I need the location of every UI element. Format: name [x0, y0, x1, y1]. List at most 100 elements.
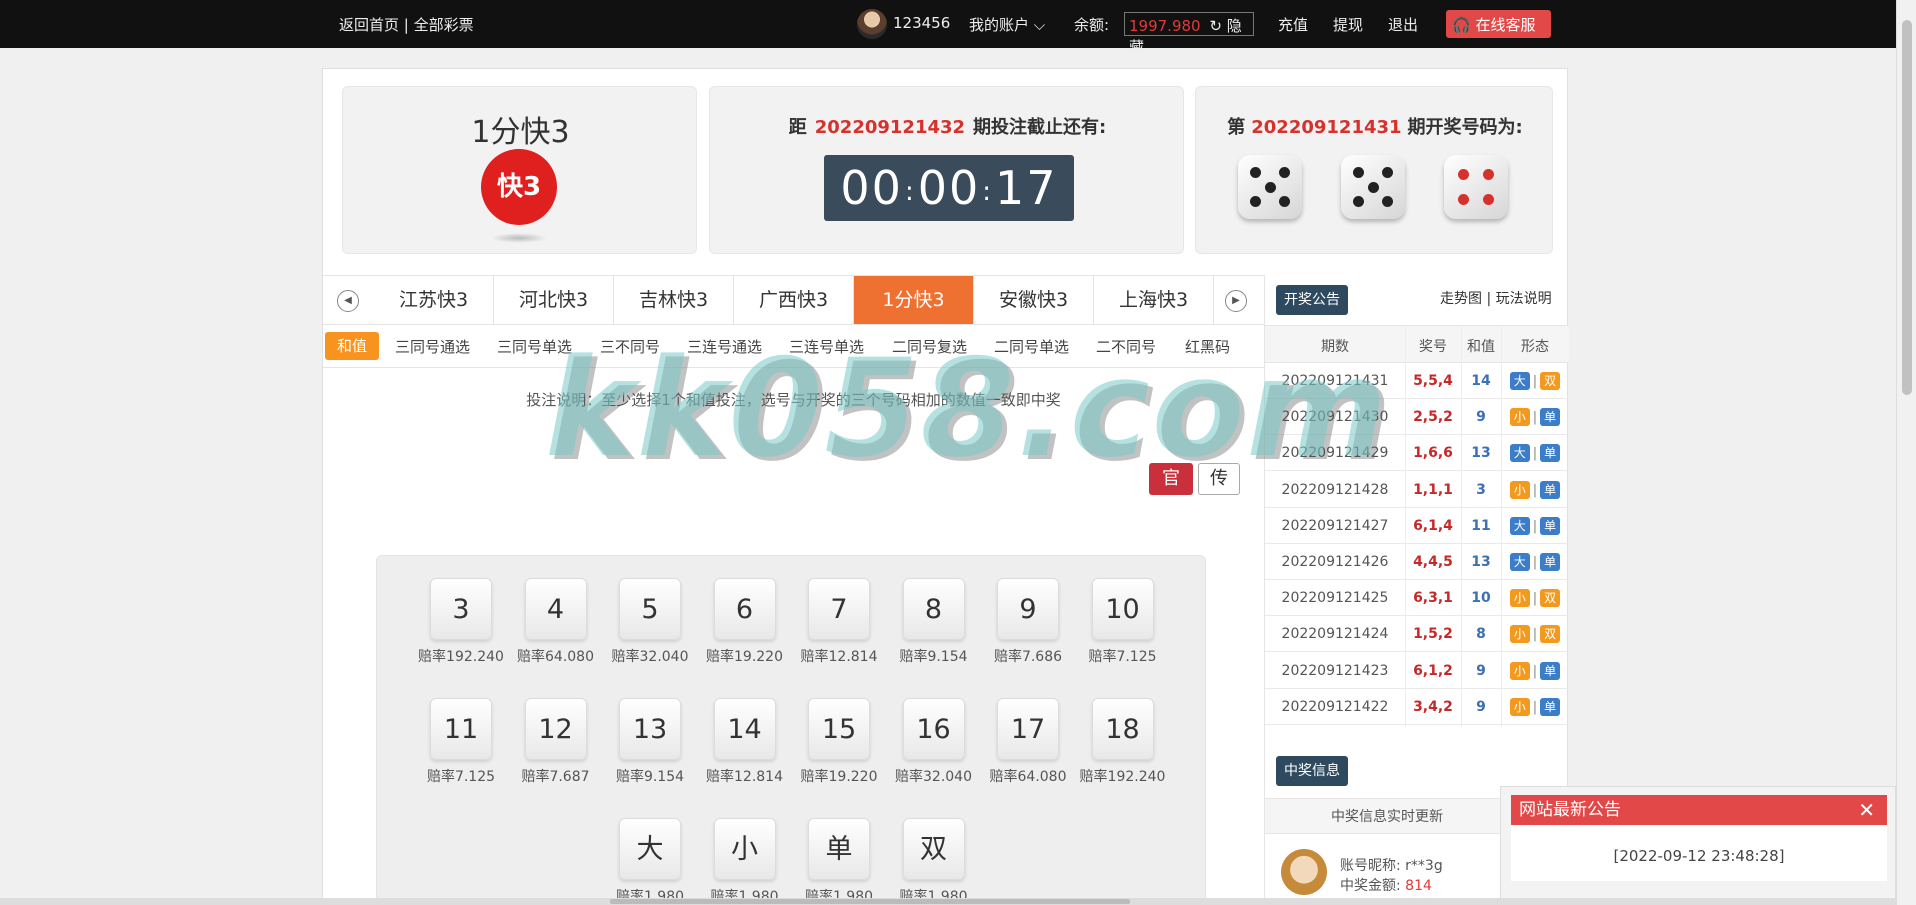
die-pip [1250, 167, 1261, 178]
bet-option[interactable]: 5 赔率32.040 [603, 578, 697, 666]
bet-option[interactable]: 15 赔率19.220 [792, 698, 886, 786]
bet-option-value[interactable]: 6 [713, 578, 776, 640]
horizontal-scrollbar[interactable] [0, 898, 1896, 905]
bet-option[interactable]: 双赔率1.980 [887, 818, 981, 905]
bet-option[interactable]: 14 赔率12.814 [698, 698, 792, 786]
all-lottery-link[interactable]: 全部彩票 [414, 16, 474, 34]
bet-option-value[interactable]: 7 [808, 578, 870, 640]
user-avatar[interactable] [857, 9, 887, 39]
last-draw-issue: 202209121431 [1251, 117, 1402, 138]
online-service-button[interactable]: 🎧 在线客服 [1446, 10, 1551, 38]
page-scrollbar[interactable] [1896, 0, 1916, 905]
play-type-option[interactable]: 二同号单选 [994, 336, 1069, 357]
username[interactable]: 123456 [893, 14, 950, 32]
countdown-panel: 距 202209121432 期投注截止还有: 00:00:17 [709, 86, 1184, 254]
traditional-mode-button[interactable]: 传 [1198, 463, 1240, 495]
bet-option-value[interactable]: 3 [430, 578, 492, 640]
bet-option[interactable]: 16 赔率32.040 [887, 698, 981, 786]
draw-announcement-button[interactable]: 开奖公告 [1276, 285, 1348, 315]
bet-option[interactable]: 单赔率1.980 [792, 818, 886, 905]
bet-option[interactable]: 12 赔率7.687 [509, 698, 603, 786]
recharge-link[interactable]: 充值 [1278, 14, 1308, 35]
bet-option[interactable]: 大赔率1.980 [603, 818, 697, 905]
logout-link[interactable]: 退出 [1388, 14, 1418, 35]
tab-lottery[interactable]: 河北快3 [494, 276, 614, 324]
play-type-option[interactable]: 三同号单选 [497, 336, 572, 357]
bet-option[interactable]: 4 赔率64.080 [509, 578, 603, 666]
bet-option-value[interactable]: 8 [902, 578, 965, 640]
column-divider [1501, 325, 1502, 727]
bet-option-value[interactable]: 单 [808, 818, 870, 880]
bet-option-value[interactable]: 13 [619, 698, 681, 760]
bet-option-value[interactable]: 12 [524, 698, 587, 760]
col-sum: 和值 [1467, 339, 1495, 355]
bet-option-value[interactable]: 小 [713, 818, 776, 880]
tabs-prev-icon[interactable]: ◀ [337, 290, 359, 312]
tab-lottery[interactable]: 广西快3 [734, 276, 854, 324]
bet-option[interactable]: 18 赔率192.240 [1076, 698, 1170, 786]
bet-option[interactable]: 3 赔率192.240 [414, 578, 508, 666]
bet-option-value[interactable]: 双 [902, 818, 965, 880]
bet-option-value[interactable]: 9 [997, 578, 1059, 640]
bet-option[interactable]: 13 赔率9.154 [603, 698, 697, 786]
bet-option-odds: 赔率192.240 [1079, 769, 1166, 785]
bet-option-value[interactable]: 大 [619, 818, 681, 880]
row-numbers: 6,1,4 [1413, 517, 1453, 534]
row-issue: 202209121430 [1281, 409, 1389, 426]
play-type-option[interactable]: 三同号通选 [395, 336, 470, 357]
play-type-option[interactable]: 二同号复选 [892, 336, 967, 357]
bet-option-value[interactable]: 5 [619, 578, 681, 640]
row-sum: 9 [1476, 662, 1486, 679]
tab-lottery[interactable]: 吉林快3 [614, 276, 734, 324]
my-account-menu[interactable]: 我的账户 ⌵ [969, 14, 1045, 35]
bet-option[interactable]: 7 赔率12.814 [792, 578, 886, 666]
play-type-option[interactable]: 和值 [325, 332, 379, 360]
close-icon[interactable]: ✕ [1858, 795, 1875, 825]
badge-separator: | [1532, 446, 1538, 462]
play-type-option[interactable]: 三连号单选 [789, 336, 864, 357]
tab-lottery[interactable]: 江苏快3 [374, 276, 494, 324]
winners-info-button[interactable]: 中奖信息 [1276, 756, 1348, 786]
bet-option[interactable]: 9 赔率7.686 [981, 578, 1075, 666]
bet-option-value[interactable]: 17 [997, 698, 1059, 760]
play-type-option[interactable]: 二不同号 [1096, 336, 1156, 357]
scrollbar-thumb[interactable] [1902, 20, 1912, 395]
play-type-option[interactable]: 三连号通选 [687, 336, 762, 357]
row-issue: 202209121422 [1281, 698, 1389, 715]
die-pip [1353, 167, 1364, 178]
row-sum: 9 [1476, 698, 1486, 715]
timer-seconds: 17 [995, 161, 1058, 215]
bet-option-value[interactable]: 15 [808, 698, 870, 760]
play-type-option[interactable]: 红黑码 [1185, 336, 1230, 357]
tab-lottery[interactable]: 上海快3 [1094, 276, 1214, 324]
bet-option-value[interactable]: 10 [1091, 578, 1154, 640]
tab-lottery[interactable]: 1分快3 [854, 276, 974, 324]
bet-option[interactable]: 6 赔率19.220 [698, 578, 792, 666]
bet-option-value[interactable]: 16 [902, 698, 965, 760]
home-link[interactable]: 返回首页 [339, 16, 399, 34]
bet-option[interactable]: 11 赔率7.125 [414, 698, 508, 786]
badge-separator: | [1532, 518, 1538, 534]
bet-option[interactable]: 小赔率1.980 [698, 818, 792, 905]
tabs-next-icon[interactable]: ▶ [1225, 290, 1247, 312]
bet-option-odds: 赔率32.040 [895, 769, 972, 785]
bet-option[interactable]: 17 赔率64.080 [981, 698, 1075, 786]
bet-option[interactable]: 8 赔率9.154 [887, 578, 981, 666]
bet-option-value[interactable]: 18 [1091, 698, 1154, 760]
refresh-icon[interactable]: ↻ [1209, 17, 1222, 35]
headset-icon: 🎧 [1452, 16, 1471, 34]
trend-chart-link[interactable]: 走势图 [1440, 291, 1482, 307]
withdraw-link[interactable]: 提现 [1333, 14, 1363, 35]
col-pattern: 形态 [1521, 339, 1549, 355]
tab-lottery[interactable]: 安徽快3 [974, 276, 1094, 324]
bet-option-value[interactable]: 4 [524, 578, 587, 640]
bet-option-value[interactable]: 14 [713, 698, 776, 760]
bet-option[interactable]: 10 赔率7.125 [1076, 578, 1170, 666]
scrollbar-thumb[interactable] [610, 899, 1130, 904]
winner-nickname: r**3g [1405, 858, 1443, 874]
row-sum: 3 [1476, 481, 1486, 498]
bet-option-value[interactable]: 11 [430, 698, 492, 760]
rules-link[interactable]: 玩法说明 [1496, 291, 1552, 307]
official-mode-button[interactable]: 官 [1149, 463, 1193, 495]
play-type-option[interactable]: 三不同号 [600, 336, 660, 357]
